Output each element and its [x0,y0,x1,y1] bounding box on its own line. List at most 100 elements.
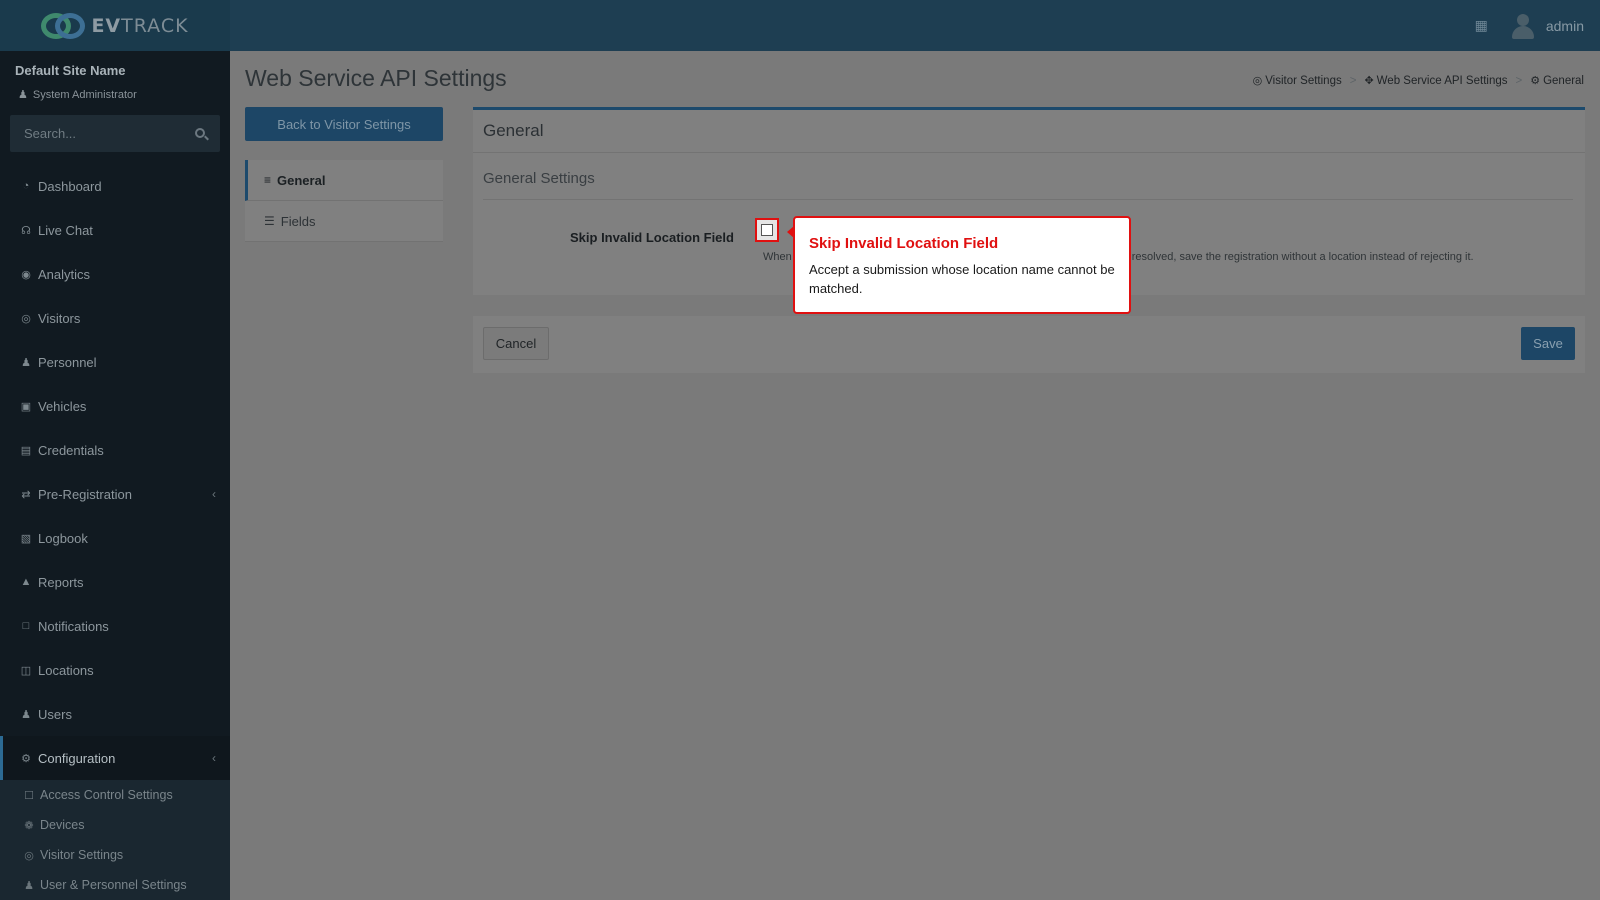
sidebar-item-configuration[interactable]: ⚙ Configuration ‹ [0,736,230,780]
user-menu[interactable]: admin [1510,13,1584,39]
sidebar-item-credentials[interactable]: ▤ Credentials [0,428,230,472]
chevron-left-icon: ‹ [212,487,216,501]
tab-fields[interactable]: ☰ Fields [245,201,443,242]
sidebar: Default Site Name ♟ System Administrator… [0,51,230,900]
breadcrumb-item-visitor-settings[interactable]: ◎ Visitor Settings [1253,74,1342,87]
chat-icon: □ [22,620,30,632]
breadcrumb-label: Visitor Settings [1265,75,1342,87]
chart-icon: ▲ [20,576,32,588]
breadcrumb: ◎ Visitor Settings > ✥ Web Service API Set… [1253,74,1584,88]
sidebar-item-label: Analytics [38,266,91,282]
skip-invalid-location-label: Skip Invalid Location Field [570,230,734,245]
search-icon[interactable] [195,128,205,138]
arrows-icon: ⇄ [21,488,31,501]
subnav-item-access-control-settings[interactable]: ☐ Access Control Settings [0,780,230,810]
book-icon: ▧ [20,532,32,545]
sidebar-item-label: Dashboard [38,178,102,194]
sidebar-item-reports[interactable]: ▲ Reports [0,560,230,604]
sidebar-item-notifications[interactable]: □ Notifications [0,604,230,648]
sidebar-item-visitors[interactable]: ◎ Visitors [0,296,230,340]
breadcrumb-item-web-service-api-settings[interactable]: ✥ Web Service API Settings [1364,74,1507,87]
sidebar-item-analytics[interactable]: ◉ Analytics [0,252,230,296]
breadcrumb-item-general: ⚙ General [1530,74,1584,87]
tab-label: Fields [280,213,316,229]
sidebar-item-live-chat[interactable]: ☊ Live Chat [0,208,230,252]
divider [483,199,1573,200]
headset-icon: ☊ [21,224,31,237]
field-tooltip: Skip Invalid Location Field Accept a sub… [793,216,1131,314]
site-name: Default Site Name [15,63,126,78]
sidebar-item-label: Locations [38,662,94,678]
breadcrumb-separator: > [1349,74,1357,87]
sliders-icon: ≡ [264,173,272,187]
divider [473,152,1585,153]
sidebar-nav: ◔ Dashboard ☊ Live Chat ◉ Analytics ◎ Visito… [0,164,230,900]
device-icon: ❁ [24,819,34,832]
checklist-icon: ☰ [264,214,275,228]
brand-name: EVTRACK [91,14,189,37]
section-title: General Settings [483,170,595,187]
sidebar-item-label: Reports [38,574,84,590]
sidebar-item-logbook[interactable]: ▧ Logbook [0,516,230,560]
sidebar-item-label: Credentials [38,442,104,458]
users-icon: ♟ [24,879,34,892]
subnav-item-visitor-settings[interactable]: ◎ Visitor Settings [0,840,230,870]
settings-tabs: ≡ General ☰ Fields [245,160,443,242]
subnav-item-devices[interactable]: ❁ Devices [0,810,230,840]
subnav-item-label: Devices [40,818,85,832]
subnav-item-label: User & Personnel Settings [40,878,187,892]
lock-icon: ☐ [24,789,34,802]
avatar [1510,13,1536,39]
form-actions: Cancel Save [473,316,1585,373]
brand-logo[interactable]: EVTRACK [0,0,230,51]
sidebar-item-label: Notifications [38,618,109,634]
breadcrumb-label: General [1543,75,1584,87]
cancel-button[interactable]: Cancel [483,327,549,360]
sidebar-search [10,115,220,152]
sidebar-item-label: Live Chat [38,222,93,238]
username: admin [1545,17,1584,34]
sidebar-item-vehicles[interactable]: ▣ Vehicles [0,384,230,428]
sidebar-item-personnel[interactable]: ♟ Personnel [0,340,230,384]
gear-icon: ⚙ [1530,75,1541,87]
sidebar-item-dashboard[interactable]: ◔ Dashboard [0,164,230,208]
sidebar-item-locations[interactable]: ◫ Locations [0,648,230,692]
building-icon[interactable]: ▦ [1475,17,1488,34]
badge-icon: ▤ [20,444,32,457]
sidebar-item-pre-registration[interactable]: ⇄ Pre-Registration ‹ [0,472,230,516]
save-button[interactable]: Save [1521,327,1575,360]
search-input[interactable] [10,115,190,152]
map-icon: ◫ [20,664,32,677]
back-to-visitor-settings-button[interactable]: Back to Visitor Settings [245,107,443,141]
sidebar-item-label: Vehicles [38,398,87,414]
main-content: Web Service API Settings ◎ Visitor Settin… [230,51,1600,900]
subnav-item-label: Visitor Settings [40,848,124,862]
sidebar-item-label: Configuration [38,750,116,766]
target-icon: ◉ [21,268,31,281]
evtrack-logo-icon [41,11,86,41]
car-icon: ▣ [20,400,32,413]
subnav-item-user-personnel-settings[interactable]: ♟ User & Personnel Settings [0,870,230,900]
tooltip-body: Accept a submission whose location name … [809,262,1115,296]
card-title: General [483,121,544,140]
sidebar-item-label: Personnel [38,354,97,370]
user-icon: ♟ [18,89,28,101]
sidebar-item-label: Visitors [38,310,81,326]
eye-icon: ◎ [21,312,31,325]
checkbox-box [761,224,773,236]
sidebar-item-label: Users [38,706,72,722]
page-title: Web Service API Settings [245,65,507,91]
tab-general[interactable]: ≡ General [245,160,443,201]
breadcrumb-separator: > [1515,74,1523,87]
skip-invalid-location-checkbox[interactable] [755,218,779,242]
top-bar: EVTRACK ▦ admin [0,0,1600,51]
eye-icon: ◎ [1252,75,1263,87]
breadcrumb-label: Web Service API Settings [1376,75,1508,87]
sidebar-item-label: Pre-Registration [38,486,132,502]
eye-icon: ◎ [24,849,34,862]
dashboard-icon: ◔ [22,180,30,192]
person-icon: ♟ [21,356,31,369]
configuration-submenu: ☐ Access Control Settings ❁ Devices ◎ Visit… [0,780,230,900]
tab-label: General [277,172,326,188]
sidebar-item-users[interactable]: ♟ Users [0,692,230,736]
